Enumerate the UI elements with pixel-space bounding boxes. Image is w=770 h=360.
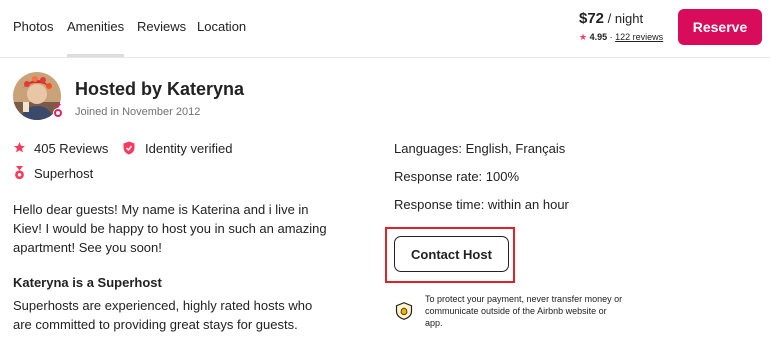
superhost-badge-icon bbox=[52, 104, 64, 118]
tab-amenities[interactable]: Amenities bbox=[67, 19, 125, 57]
rating-summary: ★ 4.95 · 122 reviews bbox=[579, 32, 663, 43]
rating-value: 4.95 bbox=[589, 32, 608, 42]
response-rate: Response rate: 100% bbox=[394, 169, 520, 184]
star-icon: ★ bbox=[579, 32, 588, 42]
reviews-count: 405 Reviews bbox=[34, 141, 109, 156]
host-languages: Languages: English, Français bbox=[394, 141, 566, 156]
payment-protection-notice: To protect your payment, never transfer … bbox=[425, 294, 623, 328]
response-time: Response time: within an hour bbox=[394, 197, 569, 212]
tab-reviews[interactable]: Reviews bbox=[137, 19, 186, 34]
medal-icon bbox=[14, 166, 25, 185]
price-amount: $72 bbox=[579, 10, 605, 27]
contact-host-button[interactable]: Contact Host bbox=[394, 236, 509, 272]
shield-check-icon bbox=[123, 141, 135, 160]
tab-photos[interactable]: Photos bbox=[13, 19, 53, 34]
superhost-label: Superhost bbox=[34, 166, 94, 181]
reviews-link[interactable]: 122 reviews bbox=[615, 32, 663, 42]
rating-separator: · bbox=[609, 32, 613, 42]
joined-date: Joined in November 2012 bbox=[75, 106, 201, 118]
reserve-button[interactable]: Reserve bbox=[678, 9, 762, 45]
tab-location[interactable]: Location bbox=[197, 19, 246, 34]
price-per-night: $72 / night bbox=[579, 10, 643, 27]
identity-verified: Identity verified bbox=[145, 141, 233, 156]
superhost-description: Superhosts are experienced, highly rated… bbox=[13, 298, 313, 332]
star-icon bbox=[13, 141, 26, 159]
payment-protection-icon bbox=[395, 302, 413, 320]
top-nav-bar: Photos Amenities Reviews Location $72 / … bbox=[0, 0, 770, 58]
host-title: Hosted by Kateryna bbox=[75, 79, 245, 99]
superhost-heading: Kateryna is a Superhost bbox=[13, 275, 162, 290]
price-unit: / night bbox=[604, 11, 644, 26]
host-description: Hello dear guests! My name is Katerina a… bbox=[13, 202, 327, 255]
